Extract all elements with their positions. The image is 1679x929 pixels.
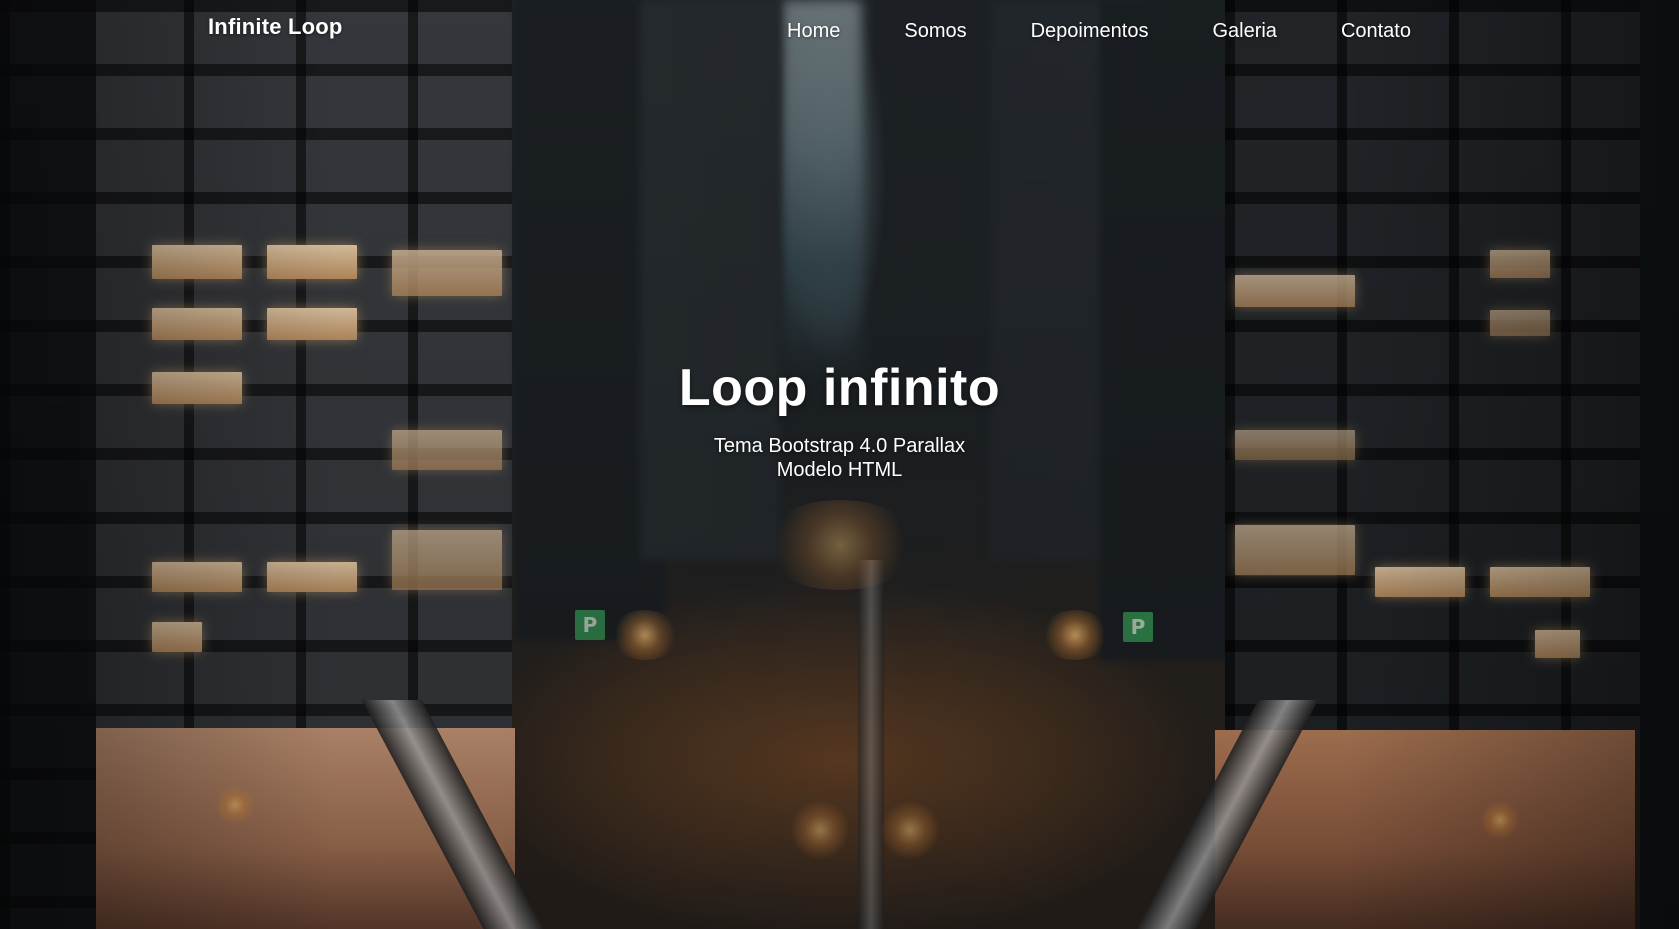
nav-item-contato: Contato (1309, 18, 1443, 44)
nav-link-somos[interactable]: Somos (872, 18, 998, 44)
brand-logo-link[interactable]: Infinite Loop (208, 14, 343, 40)
hero-text-block: Loop infinito Tema Bootstrap 4.0 Paralla… (0, 358, 1679, 482)
nav-item-home: Home (755, 18, 872, 44)
hero-subtitle-line1: Tema Bootstrap 4.0 Parallax (713, 435, 966, 457)
nav-link-depoimentos[interactable]: Depoimentos (999, 18, 1181, 44)
nav-link-galeria[interactable]: Galeria (1180, 18, 1308, 44)
hero-subtitle: Tema Bootstrap 4.0 Parallax Modelo HTML (0, 434, 1679, 482)
nav-item-depoimentos: Depoimentos (999, 18, 1181, 44)
navbar: Infinite Loop Home Somos Depoimentos Gal… (0, 0, 1679, 62)
hero-title: Loop infinito (678, 359, 1001, 417)
nav-item-galeria: Galeria (1180, 18, 1308, 44)
nav-item-somos: Somos (872, 18, 998, 44)
nav-link-home[interactable]: Home (755, 18, 872, 44)
hero-subtitle-line2: Modelo HTML (776, 459, 903, 481)
hero-section: P P Infinite Loop Home Somos Depoimentos… (0, 0, 1679, 929)
nav-link-contato[interactable]: Contato (1309, 18, 1443, 44)
nav-links: Home Somos Depoimentos Galeria Contato (755, 18, 1443, 44)
